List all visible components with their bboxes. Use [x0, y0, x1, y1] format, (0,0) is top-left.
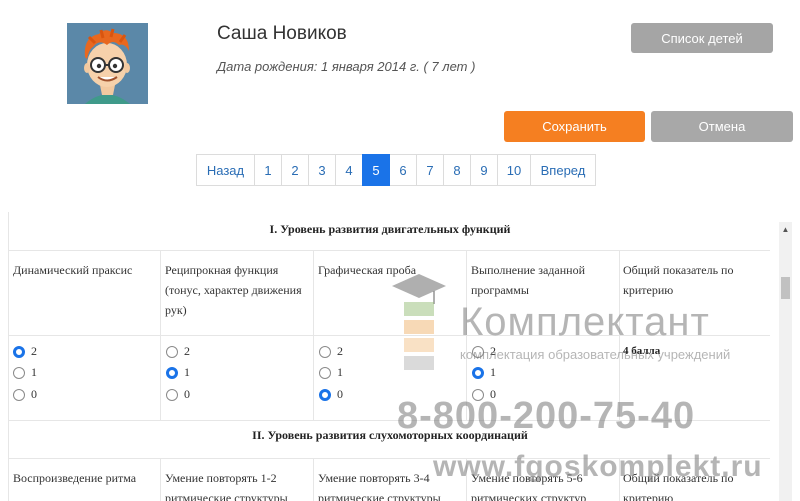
birth-date: Дата рождения: 1 января 2014 г. ( 7 лет … [217, 59, 476, 74]
row-divider [9, 420, 770, 421]
radio-button[interactable] [319, 366, 331, 379]
radio-button[interactable] [166, 345, 178, 358]
radio-option-1[interactable]: 1 [472, 365, 496, 380]
column-divider [313, 458, 314, 501]
criterion-total: Общий показатель по критерию [623, 471, 734, 501]
radio-button[interactable] [319, 345, 331, 358]
page-link-2[interactable]: 2 [281, 154, 309, 186]
column-divider [466, 458, 467, 501]
section-2-title: II. Уровень развития слухомоторных коорд… [252, 428, 528, 442]
child-avatar [67, 23, 148, 104]
page-link-7[interactable]: 7 [416, 154, 444, 186]
criterion-rhythm-reproduction: Воспроизведение ритма [13, 471, 137, 485]
criterion-rhythm-3-4: Умение повторять 3-4 ритмические структу… [318, 471, 441, 501]
radio-option-1[interactable]: 1 [13, 365, 37, 380]
row-divider [9, 250, 770, 251]
radio-button[interactable] [166, 388, 178, 401]
radio-option-0[interactable]: 0 [472, 387, 496, 402]
page-link-10[interactable]: 10 [497, 154, 531, 186]
scroll-thumb[interactable] [781, 277, 790, 299]
radio-option-2[interactable]: 2 [166, 344, 190, 359]
child-name: Саша Новиков [217, 23, 347, 44]
column-divider [619, 458, 620, 501]
pagination-next[interactable]: Вперед [530, 154, 596, 186]
radio-button-checked[interactable] [472, 366, 484, 379]
page-link-8[interactable]: 8 [443, 154, 471, 186]
row-divider [9, 458, 770, 459]
vertical-scrollbar[interactable]: ▲ [779, 222, 792, 501]
radio-button-checked[interactable] [319, 388, 331, 401]
criterion-rhythm-1-2: Умение повторять 1-2 ритмические структу… [165, 471, 288, 501]
criterion-total-score: 4 балла [623, 345, 661, 357]
radio-button-checked[interactable] [13, 345, 25, 358]
radio-button[interactable] [472, 388, 484, 401]
page-link-9[interactable]: 9 [470, 154, 498, 186]
radio-option-0[interactable]: 0 [13, 387, 37, 402]
page-link-1[interactable]: 1 [254, 154, 282, 186]
radio-option-2[interactable]: 2 [13, 344, 37, 359]
radio-option-2[interactable]: 2 [472, 344, 496, 359]
radio-option-0[interactable]: 0 [319, 387, 343, 402]
scroll-up-arrow-icon[interactable]: ▲ [779, 224, 792, 236]
radio-option-1[interactable]: 1 [319, 365, 343, 380]
pagination: Назад 1 2 3 4 5 6 7 8 9 10 Вперед [196, 154, 596, 186]
page-link-5-active[interactable]: 5 [362, 154, 390, 186]
pagination-prev[interactable]: Назад [196, 154, 255, 186]
radio-button[interactable] [13, 388, 25, 401]
radio-button[interactable] [13, 366, 25, 379]
criterion-program-execution: Выполнение заданной программы [471, 263, 585, 297]
page-link-3[interactable]: 3 [308, 154, 336, 186]
radio-button-checked[interactable] [166, 366, 178, 379]
page-link-6[interactable]: 6 [389, 154, 417, 186]
cancel-button[interactable]: Отмена [651, 111, 793, 142]
children-list-button[interactable]: Список детей [631, 23, 773, 53]
radio-button[interactable] [472, 345, 484, 358]
page-link-4[interactable]: 4 [335, 154, 363, 186]
radio-option-1[interactable]: 1 [166, 365, 190, 380]
section-1-title: I. Уровень развития двигательных функций [269, 222, 511, 236]
save-button[interactable]: Сохранить [504, 111, 645, 142]
watermark-logo-icon [392, 274, 446, 370]
column-divider [160, 458, 161, 501]
cartoon-boy-icon [67, 23, 148, 104]
criterion-rhythm-5-6: Умение повторять 5-6 ритмических структу… [471, 471, 587, 501]
criterion-dynamic-praxis: Динамический праксис [13, 263, 133, 277]
criterion-total: Общий показатель по критерию [623, 263, 734, 297]
radio-option-0[interactable]: 0 [166, 387, 190, 402]
radio-option-2[interactable]: 2 [319, 344, 343, 359]
criterion-reciprocal-function: Реципрокная функция (тонус, характер дви… [165, 263, 302, 317]
